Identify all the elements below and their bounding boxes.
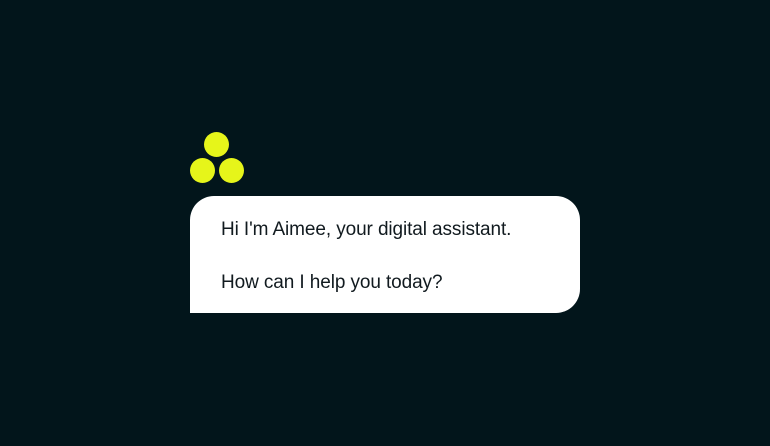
assistant-message-bubble: Hi I'm Aimee, your digital assistant. Ho…	[190, 196, 580, 313]
prompt-text: How can I help you today?	[221, 272, 443, 293]
assistant-logo-icon	[188, 132, 248, 186]
chat-intro-scene: Hi I'm Aimee, your digital assistant. Ho…	[0, 0, 770, 446]
logo-dot-top	[204, 132, 229, 157]
logo-dot-left	[190, 158, 215, 183]
greeting-text: Hi I'm Aimee, your digital assistant.	[221, 219, 512, 240]
logo-dot-right	[219, 158, 244, 183]
